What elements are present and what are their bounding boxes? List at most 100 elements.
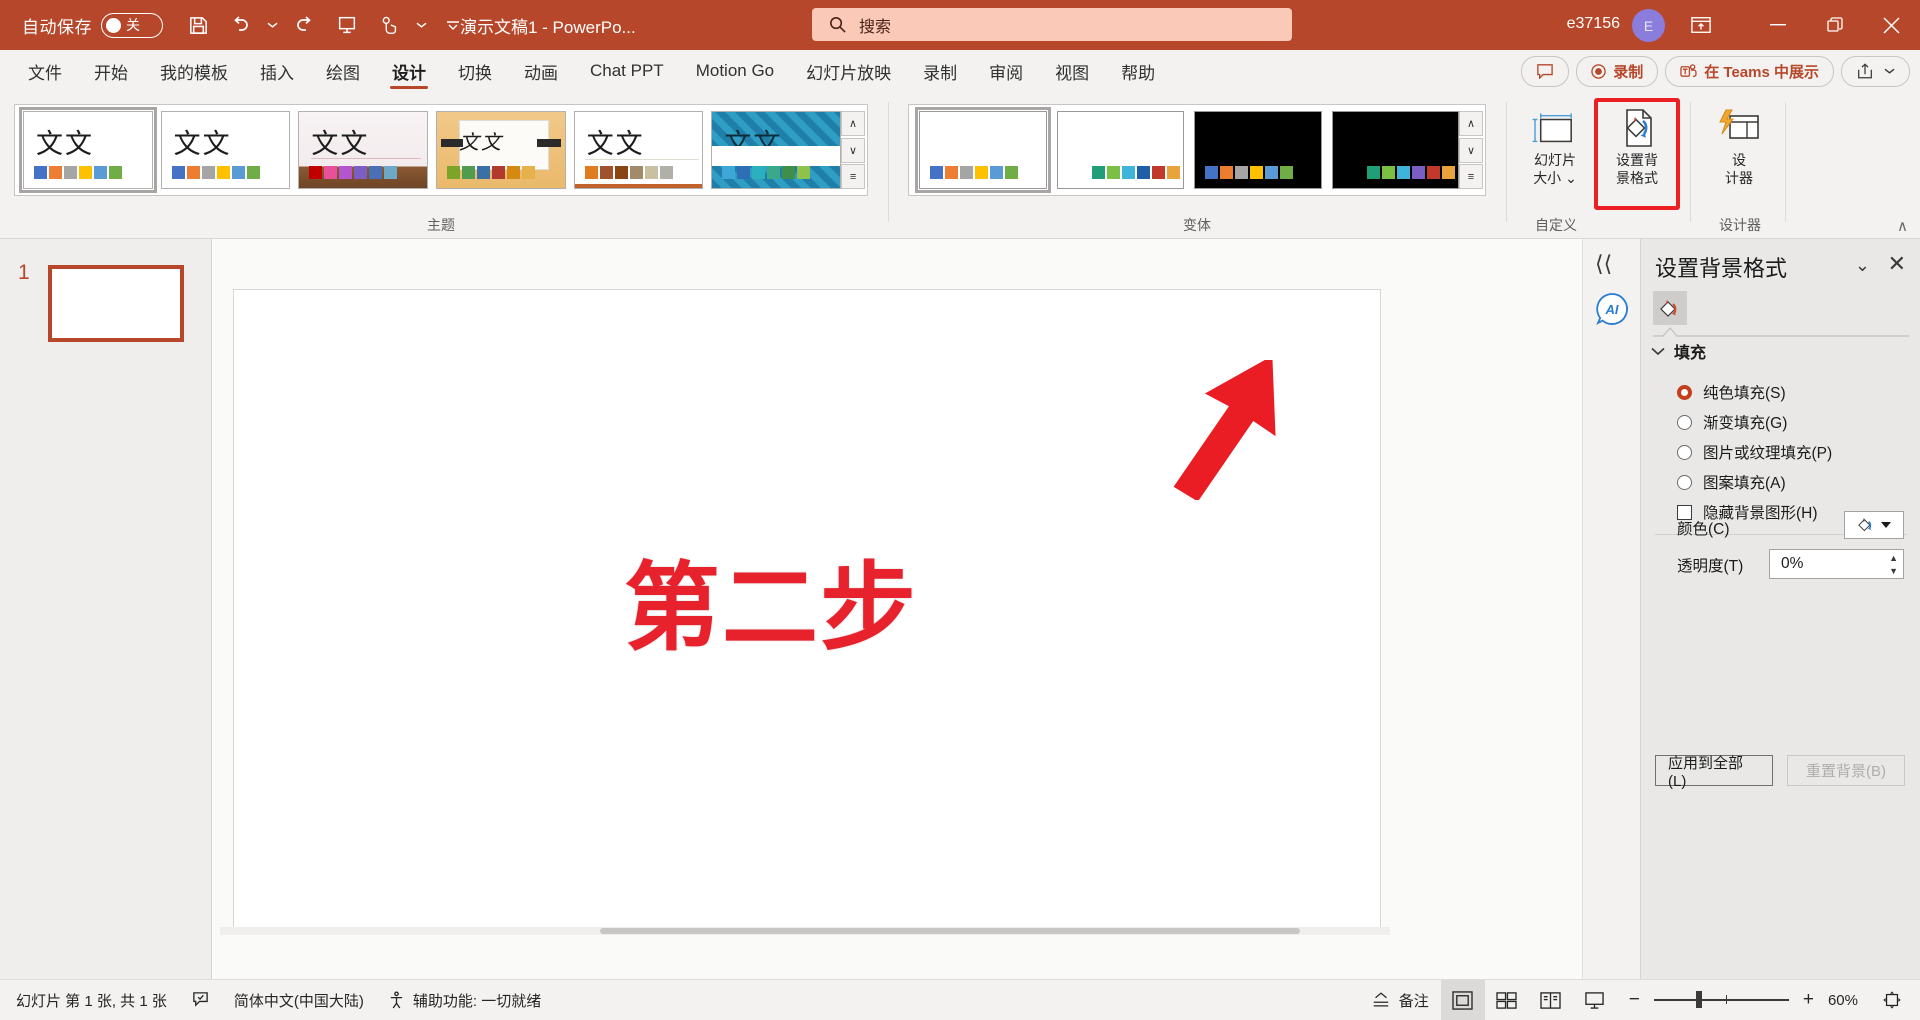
picture-texture-fill-radio[interactable]: 图片或纹理填充(P) xyxy=(1677,441,1832,463)
redo-icon[interactable] xyxy=(286,6,324,44)
ribbon-display-options-icon[interactable] xyxy=(1678,8,1724,42)
variant-scroll-up-icon[interactable]: ∧ xyxy=(1459,111,1483,136)
fill-bucket-icon[interactable] xyxy=(1653,291,1687,325)
transparency-input[interactable]: 0% ▲ ▼ xyxy=(1769,549,1904,579)
view-slide-sorter[interactable] xyxy=(1485,980,1529,1020)
variant-thumbnail[interactable] xyxy=(1194,111,1322,189)
start-slideshow-icon[interactable] xyxy=(328,6,366,44)
accessibility-status[interactable]: 辅助功能: 一切就绪 xyxy=(376,980,553,1020)
theme-thumbnail[interactable]: 文文 xyxy=(436,111,566,189)
zoom-slider-knob[interactable] xyxy=(1695,991,1702,1008)
theme-thumbnail[interactable]: 文文 xyxy=(160,111,291,189)
collapse-ribbon-icon[interactable]: ∧ xyxy=(1897,217,1908,235)
slide-thumbnail-pane[interactable]: 1 xyxy=(0,239,212,979)
tab-draw[interactable]: 绘图 xyxy=(310,50,376,92)
gallery-scroll-down-icon[interactable]: ∨ xyxy=(841,137,866,163)
tab-view[interactable]: 视图 xyxy=(1039,50,1105,92)
tab-slideshow[interactable]: 幻灯片放映 xyxy=(790,50,907,92)
horizontal-scrollbar[interactable] xyxy=(220,927,1390,935)
stepper-down-icon[interactable]: ▼ xyxy=(1889,565,1898,578)
tab-home[interactable]: 开始 xyxy=(78,50,144,92)
collapse-pane-icon[interactable]: ⟨⟨ xyxy=(1595,251,1612,277)
record-button[interactable]: 录制 xyxy=(1576,55,1659,87)
gallery-more-icon[interactable]: ≡ xyxy=(841,164,866,189)
minimize-icon[interactable] xyxy=(1749,0,1806,50)
touch-dropdown-icon[interactable] xyxy=(412,6,431,44)
tab-animations[interactable]: 动画 xyxy=(508,50,574,92)
notes-button[interactable]: 备注 xyxy=(1359,980,1441,1020)
avatar[interactable]: E xyxy=(1632,9,1665,42)
undo-dropdown-icon[interactable] xyxy=(263,6,282,44)
zoom-level-label[interactable]: 60% xyxy=(1828,992,1858,1009)
fill-section-header[interactable]: 填充 xyxy=(1651,339,1706,363)
tab-transitions[interactable]: 切换 xyxy=(442,50,508,92)
search-box[interactable]: 搜索 xyxy=(812,8,1292,41)
fit-slide-to-window-icon[interactable] xyxy=(1870,980,1920,1020)
tab-help[interactable]: 帮助 xyxy=(1105,50,1171,92)
tab-record[interactable]: 录制 xyxy=(907,50,973,92)
touch-mode-icon[interactable] xyxy=(370,6,408,44)
tab-my-templates[interactable]: 我的模板 xyxy=(144,50,244,92)
themes-gallery-scroll[interactable]: ∧ ∨ ≡ xyxy=(841,111,866,189)
theme-thumbnail[interactable]: 文文 xyxy=(573,111,704,189)
slide-canvas[interactable]: 第二步 xyxy=(233,289,1381,935)
pane-options-chevron-icon[interactable]: ⌄ xyxy=(1855,255,1870,276)
variants-gallery[interactable]: ∧ ∨ ≡ xyxy=(908,104,1486,196)
stepper-up-icon[interactable]: ▲ xyxy=(1889,552,1898,565)
tab-insert[interactable]: 插入 xyxy=(244,50,310,92)
restore-icon[interactable] xyxy=(1806,0,1863,50)
variant-thumbnail[interactable] xyxy=(1056,111,1184,189)
slide-editor[interactable]: 第二步 xyxy=(213,239,1640,979)
slide-size-button[interactable]: 幻灯片 大小 ⌄ xyxy=(1516,104,1594,200)
tab-design[interactable]: 设计 xyxy=(376,50,442,92)
transparency-stepper[interactable]: ▲ ▼ xyxy=(1889,552,1898,578)
theme-thumbnail[interactable]: 文文 xyxy=(711,111,842,189)
zoom-out-button[interactable]: − xyxy=(1629,989,1640,1011)
tab-review[interactable]: 审阅 xyxy=(973,50,1039,92)
gallery-scroll-up-icon[interactable]: ∧ xyxy=(841,111,866,136)
red-arrow-shape[interactable] xyxy=(1114,360,1294,500)
comments-button[interactable] xyxy=(1521,55,1570,87)
variant-scroll-down-icon[interactable]: ∨ xyxy=(1459,137,1483,163)
autosave-toggle[interactable]: 自动保存 关 xyxy=(22,12,163,38)
themes-gallery[interactable]: 文文 文文 文文 文文 文文 文文 ∧ ∨ ≡ xyxy=(14,104,868,196)
scrollbar-thumb[interactable] xyxy=(600,928,1300,934)
pattern-fill-radio[interactable]: 图案填充(A) xyxy=(1677,471,1786,493)
gradient-fill-radio[interactable]: 渐变填充(G) xyxy=(1677,411,1787,433)
theme-thumbnail[interactable]: 文文 xyxy=(298,111,429,189)
designer-button[interactable]: 设 计器 xyxy=(1700,104,1778,200)
close-icon[interactable] xyxy=(1863,0,1920,50)
tab-file[interactable]: 文件 xyxy=(12,50,78,92)
pane-close-icon[interactable]: ✕ xyxy=(1888,251,1906,277)
zoom-slider[interactable] xyxy=(1653,991,1789,1008)
format-background-button[interactable]: 设置背 景格式 xyxy=(1598,104,1676,200)
spell-check-icon[interactable] xyxy=(179,980,222,1020)
variant-more-icon[interactable]: ≡ xyxy=(1459,164,1483,189)
share-button[interactable] xyxy=(1841,55,1910,87)
zoom-controls: − + 60% xyxy=(1617,980,1870,1020)
variant-thumbnail[interactable] xyxy=(915,107,1051,193)
slide-thumbnail-1[interactable] xyxy=(48,265,184,342)
language-status[interactable]: 简体中文(中国大陆) xyxy=(222,980,376,1020)
slide-title-text[interactable]: 第二步 xyxy=(622,530,919,669)
variant-thumbnail[interactable] xyxy=(1331,111,1459,189)
tab-motion-go[interactable]: Motion Go xyxy=(680,50,790,92)
copilot-icon[interactable]: AI xyxy=(1594,291,1630,332)
view-normal[interactable] xyxy=(1440,979,1485,1020)
save-icon[interactable] xyxy=(179,6,217,44)
slide-count-status[interactable]: 幻灯片 第 1 张, 共 1 张 xyxy=(0,980,179,1020)
fill-color-dropdown-icon[interactable] xyxy=(1881,521,1891,529)
autosave-switch[interactable]: 关 xyxy=(101,12,163,38)
view-reading[interactable] xyxy=(1529,980,1573,1020)
zoom-in-button[interactable]: + xyxy=(1803,989,1814,1011)
apply-to-all-button[interactable]: 应用到全部(L) xyxy=(1655,755,1773,790)
solid-fill-radio[interactable]: 纯色填充(S) xyxy=(1677,381,1786,403)
tab-chat-ppt[interactable]: Chat PPT xyxy=(574,50,680,92)
share-dropdown-icon[interactable] xyxy=(1884,67,1895,75)
fill-color-button[interactable] xyxy=(1844,511,1904,539)
theme-thumbnail[interactable]: 文文 xyxy=(19,107,157,193)
view-slideshow[interactable] xyxy=(1573,980,1617,1020)
present-in-teams-button[interactable]: 在 Teams 中展示 xyxy=(1665,55,1834,87)
undo-icon[interactable] xyxy=(221,6,259,44)
variants-gallery-scroll[interactable]: ∧ ∨ ≡ xyxy=(1459,111,1483,189)
